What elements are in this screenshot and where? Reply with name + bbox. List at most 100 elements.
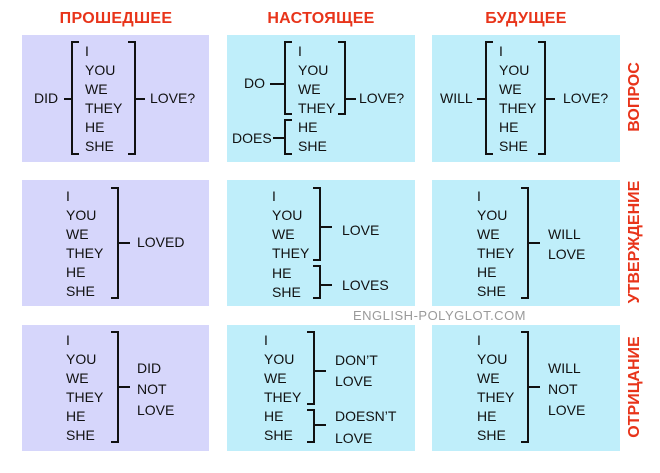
pronoun-list: I YOU WE THEY HE SHE: [499, 42, 536, 156]
bracket-right: [319, 187, 321, 261]
pronoun-list: I YOU WE THEY HE SHE: [85, 42, 122, 156]
bracket-right-top: [313, 265, 321, 267]
cell-negation-future: [432, 325, 620, 451]
verb-line-will: WILL: [548, 226, 581, 242]
pronoun-we: WE: [66, 370, 89, 386]
connector-line: [529, 386, 540, 388]
bracket-right-top: [307, 331, 315, 333]
bracket-right-bottom: [313, 259, 321, 261]
bracket-left-top: [71, 41, 79, 43]
bracket-left-bottom: [284, 153, 292, 155]
bracket-left-top: [284, 41, 292, 43]
verb-dont-love: DON’T LOVE: [335, 350, 378, 392]
bracket-right-bottom: [521, 441, 529, 443]
pronoun-i: I: [499, 43, 503, 59]
verb-line-love: LOVE: [335, 430, 373, 446]
verb-line-dont: DON’T: [335, 352, 378, 368]
pronoun-he: HE: [66, 264, 86, 280]
pronoun-list-plural: I YOU WE THEY: [264, 331, 301, 407]
connector-line: [273, 137, 284, 139]
pronoun-she: SHE: [499, 138, 528, 154]
bracket-right: [319, 265, 321, 299]
bracket-right-bottom: [338, 113, 346, 115]
bracket-right-top: [307, 409, 315, 411]
bracket-right-bottom: [538, 153, 546, 155]
aux-did: DID: [34, 90, 59, 106]
bracket-right: [313, 409, 315, 443]
pronoun-you: YOU: [66, 351, 97, 367]
bracket-left-top: [284, 119, 292, 121]
pronoun-we: WE: [499, 81, 522, 97]
verb-love-question: LOVE?: [359, 90, 405, 106]
pronoun-she: SHE: [272, 284, 301, 300]
pronoun-we: WE: [272, 226, 295, 242]
pronoun-we: WE: [66, 226, 89, 242]
pronoun-he: HE: [499, 119, 519, 135]
pronoun-they: THEY: [66, 245, 104, 261]
bracket-right-top: [128, 41, 136, 43]
pronoun-she: SHE: [298, 138, 327, 154]
bracket-right: [313, 331, 315, 405]
pronoun-list: I YOU WE THEY HE SHE: [66, 187, 103, 301]
pronoun-i: I: [66, 188, 70, 204]
pronoun-list-plural: I YOU WE THEY: [272, 187, 309, 263]
pronoun-they: THEY: [298, 100, 336, 116]
pronoun-you: YOU: [264, 351, 295, 367]
verb-line-will: WILL: [548, 360, 581, 376]
verb-doesnt-love: DOESN’T LOVE: [335, 405, 396, 449]
pronoun-he: HE: [272, 265, 292, 281]
bracket-left-bottom: [71, 153, 79, 155]
pronoun-she: SHE: [264, 427, 293, 443]
pronoun-i: I: [477, 332, 481, 348]
pronoun-she: SHE: [66, 283, 95, 299]
pronoun-list: I YOU WE THEY HE SHE: [477, 187, 514, 301]
bracket-right-bottom: [111, 441, 119, 443]
verb-did-not-love: DID NOT LOVE: [137, 358, 174, 421]
connector-line: [119, 242, 130, 244]
bracket-right-top: [521, 331, 529, 333]
pronoun-she: SHE: [477, 283, 506, 299]
bracket-left: [71, 41, 73, 155]
pronoun-we: WE: [264, 370, 287, 386]
connector-line: [136, 98, 145, 100]
pronoun-i: I: [272, 188, 276, 204]
bracket-right-bottom: [521, 297, 529, 299]
pronoun-she: SHE: [85, 138, 114, 154]
pronoun-i: I: [264, 332, 268, 348]
pronoun-we: WE: [85, 81, 108, 97]
pronoun-they: THEY: [477, 389, 515, 405]
cell-statement-future: [432, 180, 620, 306]
verb-line-love: LOVE: [548, 402, 586, 418]
bracket-left: [284, 119, 286, 155]
connector-line: [64, 98, 71, 100]
pronoun-i: I: [298, 43, 302, 59]
pronoun-you: YOU: [499, 62, 530, 78]
verb-love-question: LOVE?: [563, 90, 609, 106]
pronoun-he: HE: [477, 408, 497, 424]
pronoun-list-singular: HE SHE: [298, 118, 327, 156]
pronoun-you: YOU: [272, 207, 303, 223]
bracket-right-bottom: [111, 297, 119, 299]
connector-line: [546, 98, 555, 100]
column-header-present: НАСТОЯЩЕЕ: [267, 10, 375, 27]
pronoun-we: WE: [477, 370, 500, 386]
connector-line: [315, 424, 326, 426]
connector-line: [321, 226, 332, 228]
verb-line-love: LOVE: [335, 373, 373, 389]
pronoun-list-plural: I YOU WE THEY: [298, 42, 335, 118]
verb-will-not-love: WILL NOT LOVE: [548, 358, 585, 421]
bracket-left: [284, 41, 286, 115]
aux-does: DOES: [232, 130, 272, 146]
pronoun-he: HE: [264, 408, 284, 424]
row-header-negation: ОТРИЦАНИЕ: [626, 336, 643, 438]
bracket-left-bottom: [284, 113, 292, 115]
bracket-right-top: [521, 187, 529, 189]
pronoun-list-singular: HE SHE: [272, 264, 301, 302]
aux-do: DO: [244, 75, 265, 91]
verb-love-question: LOVE?: [150, 90, 196, 106]
connector-line: [529, 242, 540, 244]
pronoun-he: HE: [298, 119, 318, 135]
row-header-statement: УТВЕРЖДЕНИЕ: [626, 180, 643, 304]
bracket-right-bottom: [313, 297, 321, 299]
pronoun-they: THEY: [477, 245, 515, 261]
